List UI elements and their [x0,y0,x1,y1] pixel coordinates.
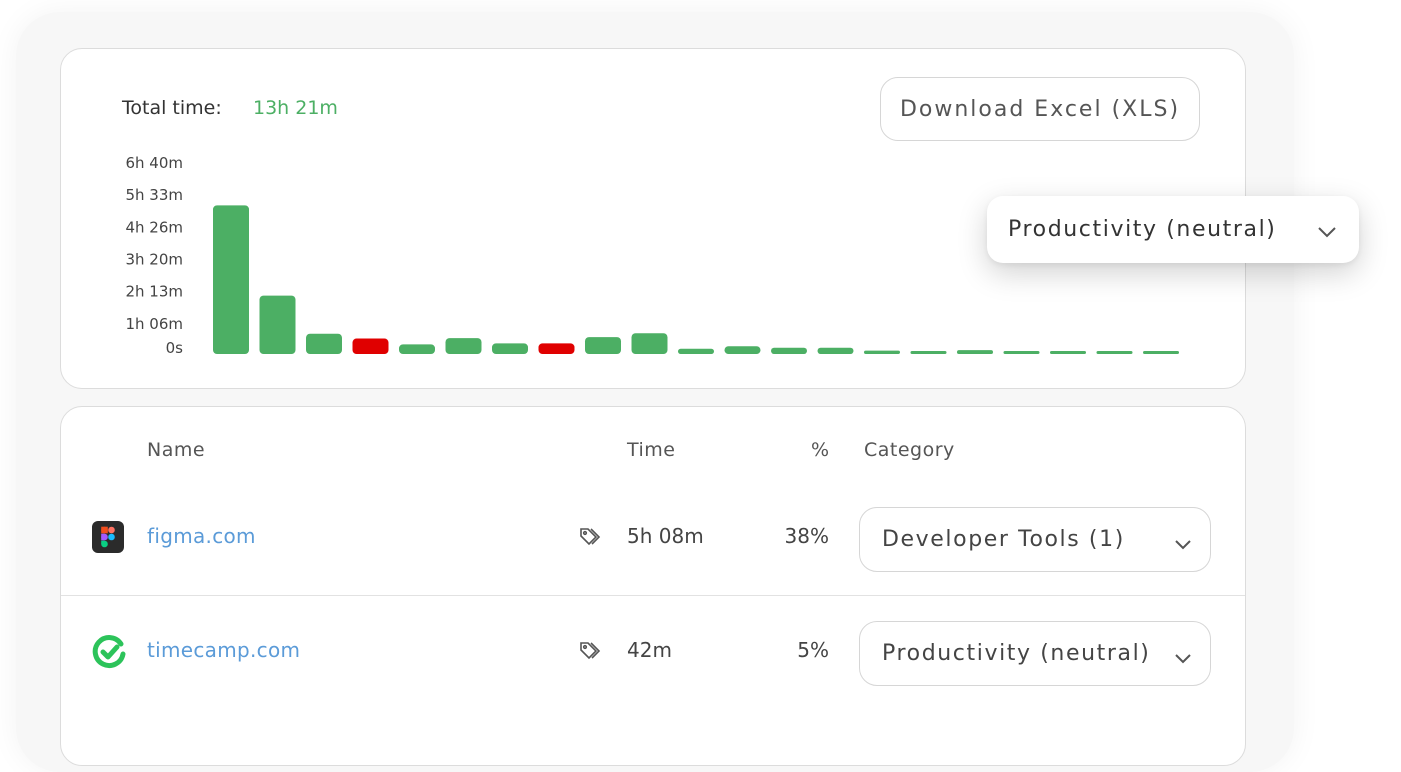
time-value: 5h 08m [627,524,704,548]
chart-bar[interactable] [678,348,714,354]
chart-bar[interactable] [259,295,296,354]
y-tick-label: 2h 13m [125,283,183,301]
chart-bar[interactable] [631,333,668,354]
category-select-value: Productivity (neutral) [882,641,1151,666]
chart-bar[interactable] [724,346,761,354]
chart-bar[interactable] [399,344,435,354]
chart-bar[interactable] [771,347,807,354]
y-tick-label: 1h 06m [125,315,183,333]
chart-bar[interactable] [538,343,575,354]
chevron-down-icon [1174,645,1192,670]
y-tick-label: 0s [166,339,184,357]
time-value: 42m [627,638,672,662]
chart-bar[interactable] [585,337,621,354]
category-select-value: Developer Tools (1) [882,527,1125,552]
y-tick-label: 5h 33m [125,186,183,204]
tag-icon[interactable] [579,641,601,665]
tag-icon[interactable] [579,527,601,551]
column-header-name[interactable]: Name [147,439,205,461]
column-header-category[interactable]: Category [864,439,955,461]
chart-bar[interactable] [1143,351,1179,354]
app-link[interactable]: figma.com [147,524,256,548]
chart-bar[interactable] [492,343,528,354]
y-tick-label: 6h 40m [125,154,183,172]
percent-value: 5% [797,638,829,662]
category-filter-dropdown[interactable]: Productivity (neutral) [987,196,1359,263]
chevron-down-icon [1174,531,1192,556]
chart-bar[interactable] [864,350,900,354]
chart-bar[interactable] [910,351,947,354]
table-row: figma.com 5h 08m 38% Developer Tools (1) [61,483,1245,596]
column-header-percent[interactable]: % [811,439,830,461]
figma-icon [91,520,125,554]
chart-bar[interactable] [1096,351,1133,354]
y-tick-label: 3h 20m [125,251,183,269]
chart-bar[interactable] [445,338,482,354]
app-link[interactable]: timecamp.com [147,638,300,662]
category-select[interactable]: Developer Tools (1) [859,507,1211,572]
chart-bar[interactable] [352,338,389,354]
chart-bar[interactable] [1003,351,1040,354]
chart-bar[interactable] [306,333,342,354]
apps-table: Name Time % Category figma.com 5h 08m 38… [60,406,1246,766]
category-filter-value: Productivity (neutral) [1008,217,1277,242]
y-tick-label: 4h 26m [125,218,183,236]
column-header-time[interactable]: Time [627,439,676,461]
table-row: timecamp.com 42m 5% Productivity (neutra… [61,597,1245,710]
chevron-down-icon [1317,220,1337,245]
chart-bar[interactable] [1050,351,1086,354]
chart-bar[interactable] [957,350,993,354]
category-select[interactable]: Productivity (neutral) [859,621,1211,686]
chart-bar[interactable] [817,347,854,354]
timecamp-icon [91,634,126,669]
percent-value: 38% [784,524,829,548]
chart-bar[interactable] [213,205,249,354]
